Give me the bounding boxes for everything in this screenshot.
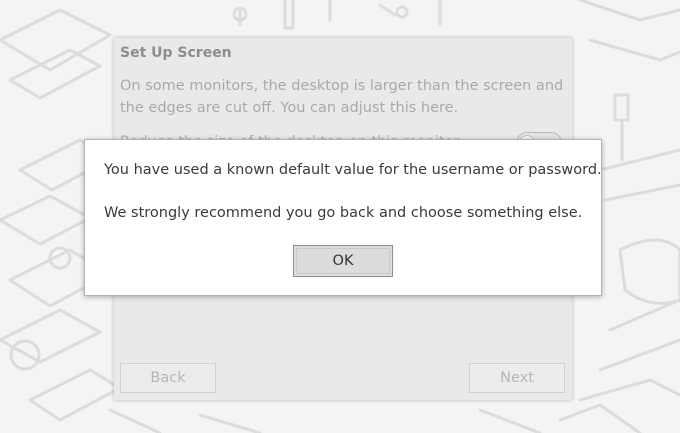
warning-dialog: You have used a known default value for … <box>84 139 602 296</box>
ok-button[interactable]: OK <box>293 245 393 277</box>
wizard-description: On some monitors, the desktop is larger … <box>120 78 564 116</box>
wizard-title: Set Up Screen <box>120 45 232 61</box>
dialog-message-line2: We strongly recommend you go back and ch… <box>104 205 583 221</box>
next-button[interactable]: Next <box>469 363 565 393</box>
back-button[interactable]: Back <box>120 363 216 393</box>
dialog-message-line1: You have used a known default value for … <box>104 162 602 178</box>
